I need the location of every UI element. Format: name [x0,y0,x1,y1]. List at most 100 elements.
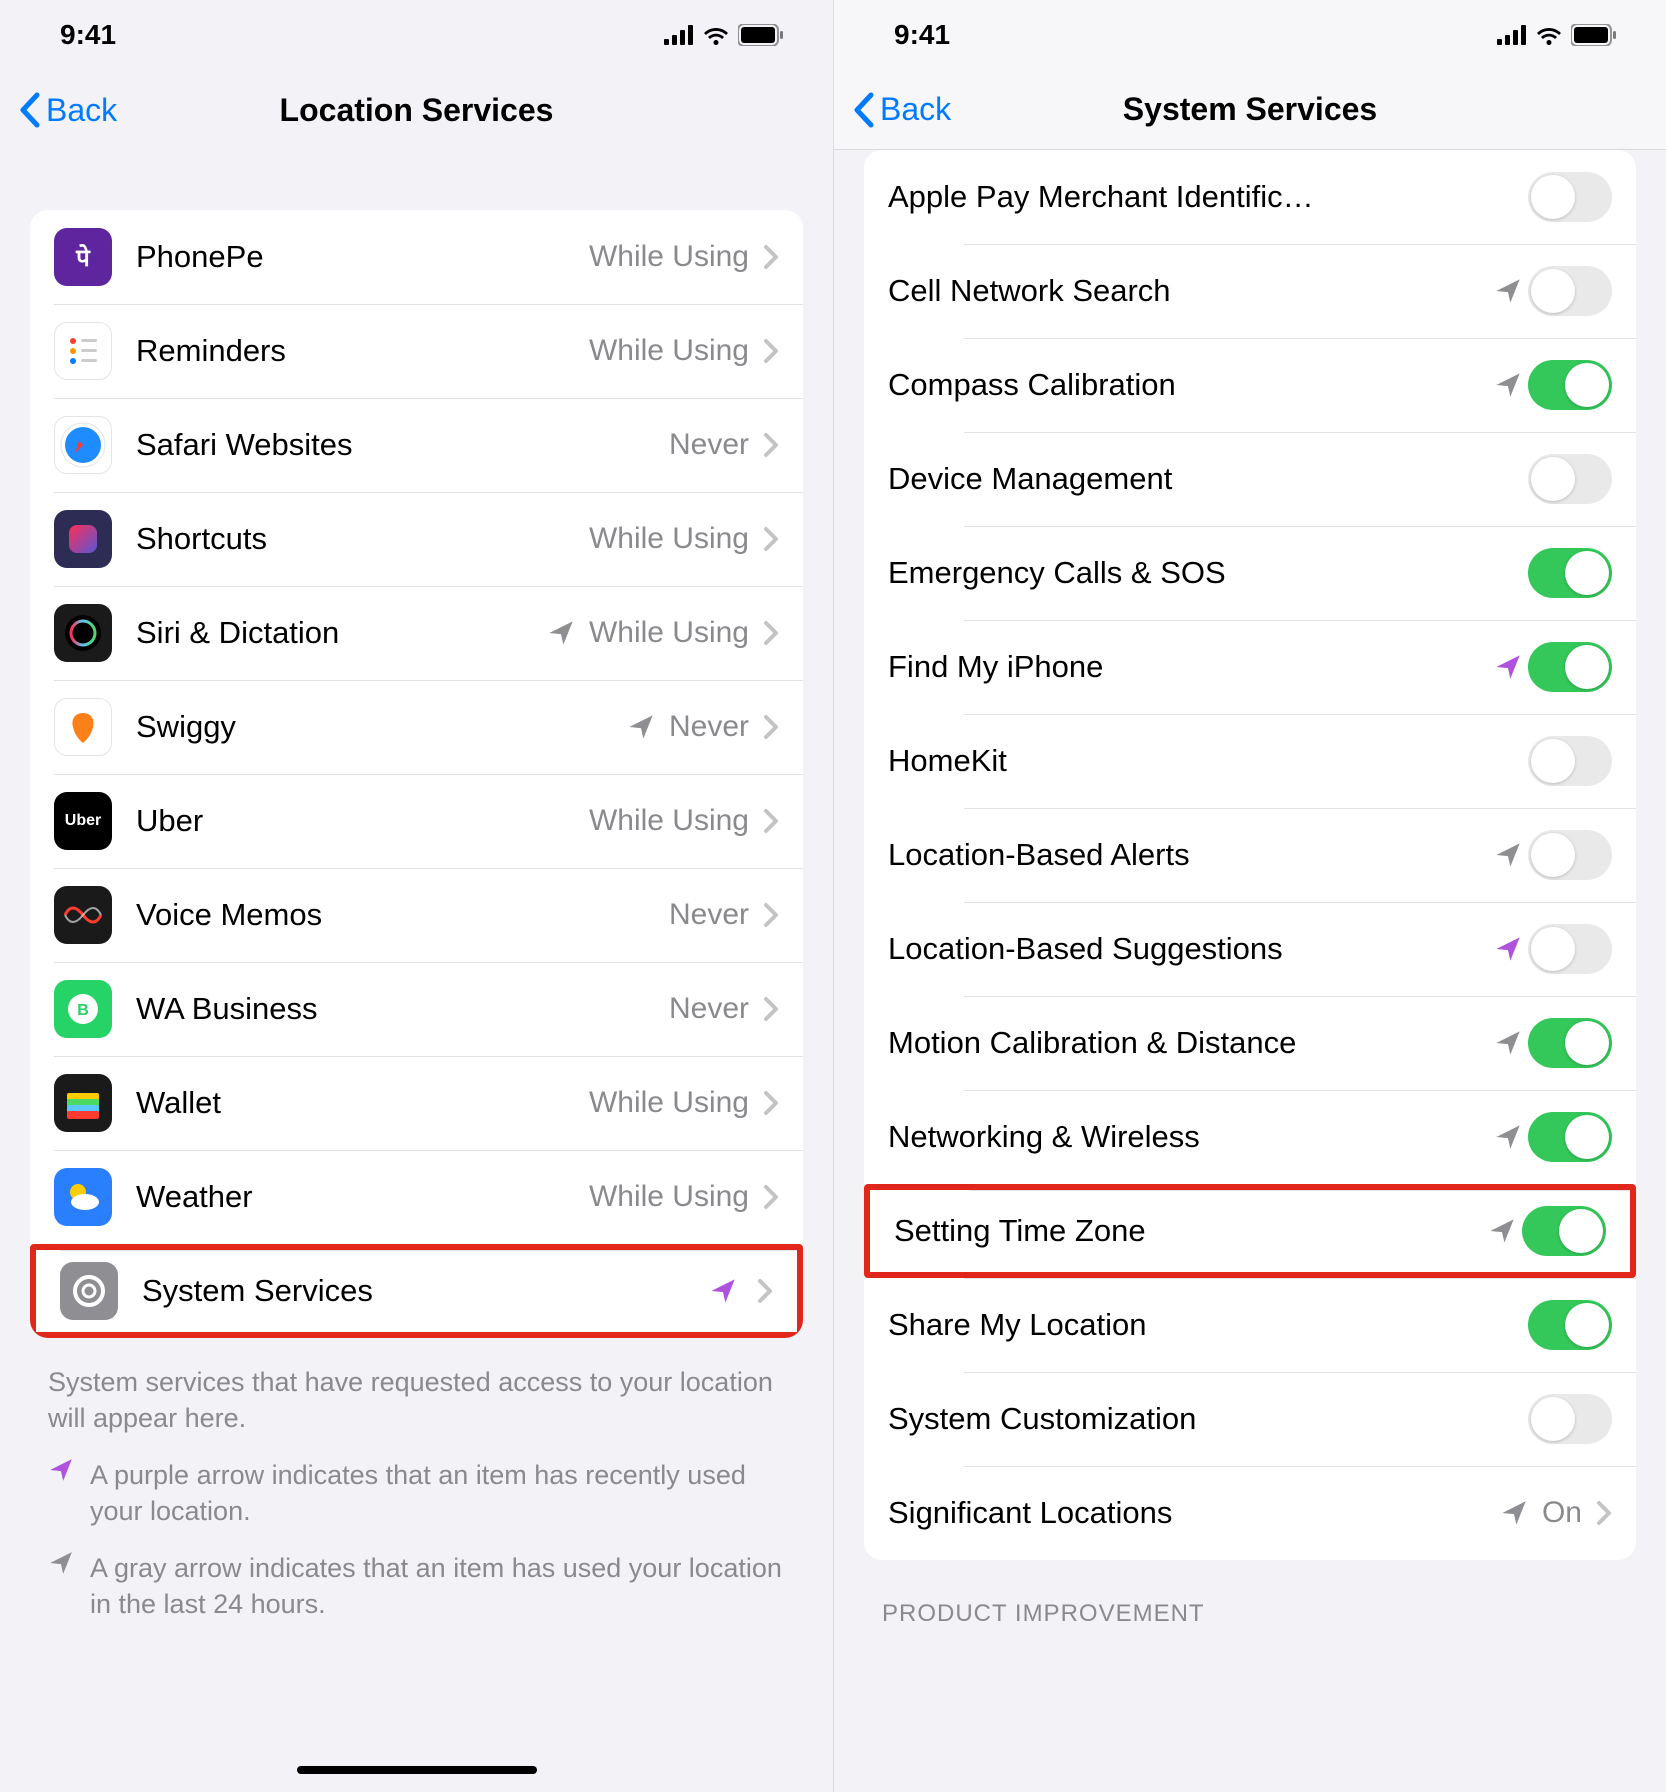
phone-system-services: 9:41 Back System Services Apple Pay Merc… [833,0,1666,1792]
app-row[interactable]: Reminders While Using [30,304,803,398]
section-footer: PRODUCT IMPROVEMENT [834,1560,1666,1628]
chevron-right-icon [1596,1500,1612,1526]
app-list: पे PhonePe While Using Reminders While U… [30,210,803,1338]
location-arrow-icon [1494,1029,1522,1057]
toggle-switch[interactable] [1528,1394,1612,1444]
status-icons [664,24,783,46]
toggle-switch[interactable] [1528,360,1612,410]
app-row[interactable]: B WA Business Never [30,962,803,1056]
toggle-switch[interactable] [1528,736,1612,786]
toggle-switch[interactable] [1522,1206,1606,1256]
location-arrow-icon [1494,277,1522,305]
service-row[interactable]: Location-Based Suggestions [864,902,1636,996]
toggle-switch[interactable] [1528,548,1612,598]
service-row[interactable]: Cell Network Search [864,244,1636,338]
service-row[interactable]: Location-Based Alerts [864,808,1636,902]
location-arrow-icon [627,713,655,741]
toggle-switch[interactable] [1528,924,1612,974]
location-arrow-icon [709,1277,737,1305]
back-button[interactable]: Back [834,91,951,128]
battery-icon [1571,24,1616,46]
service-row[interactable]: Emergency Calls & SOS [864,526,1636,620]
app-row[interactable]: Siri & Dictation While Using [30,586,803,680]
service-row[interactable]: Setting Time Zone [864,1184,1636,1278]
app-row[interactable]: पे PhonePe While Using [30,210,803,304]
app-status: While Using [589,1180,749,1214]
location-arrow-icon [1488,1217,1516,1245]
cellular-icon [664,25,694,45]
app-row[interactable]: Safari Websites Never [30,398,803,492]
location-arrow-icon [48,1550,74,1623]
app-row[interactable]: Shortcuts While Using [30,492,803,586]
nav-bar: Back Location Services [0,70,833,150]
service-name: Emergency Calls & SOS [888,555,1528,591]
legend-gray: A gray arrow indicates that an item has … [0,1540,833,1633]
service-row[interactable]: Significant Locations On [864,1466,1636,1560]
chevron-right-icon [763,432,779,458]
service-row[interactable]: Compass Calibration [864,338,1636,432]
app-row[interactable]: Wallet While Using [30,1056,803,1150]
service-name: Location-Based Suggestions [888,931,1484,967]
app-name: Uber [136,803,581,839]
service-row[interactable]: System Customization [864,1372,1636,1466]
toggle-switch[interactable] [1528,266,1612,316]
app-icon [54,886,112,944]
app-row[interactable]: Uber Uber While Using [30,774,803,868]
chevron-right-icon [763,714,779,740]
app-icon: पे [54,228,112,286]
service-row[interactable]: Motion Calibration & Distance [864,996,1636,1090]
service-name: Apple Pay Merchant Identific… [888,179,1528,215]
toggle-switch[interactable] [1528,172,1612,222]
legend-purple-text: A purple arrow indicates that an item ha… [90,1457,785,1530]
chevron-right-icon [763,1090,779,1116]
app-status: Never [669,710,749,744]
app-name: PhonePe [136,239,581,275]
toggle-switch[interactable] [1528,1018,1612,1068]
app-icon [54,1168,112,1226]
toggle-switch[interactable] [1528,1300,1612,1350]
location-arrow-icon [1494,371,1522,399]
status-bar: 9:41 [834,0,1666,70]
service-row[interactable]: Networking & Wireless [864,1090,1636,1184]
cellular-icon [1497,25,1527,45]
app-icon [54,510,112,568]
service-name: Networking & Wireless [888,1119,1484,1155]
service-row[interactable]: Share My Location [864,1278,1636,1372]
toggle-switch[interactable] [1528,642,1612,692]
app-row[interactable]: Swiggy Never [30,680,803,774]
home-indicator[interactable] [297,1766,537,1774]
phone-location-services: 9:41 Back Location Services पे PhonePe W… [0,0,833,1792]
status-time: 9:41 [894,19,950,51]
toggle-switch[interactable] [1528,1112,1612,1162]
app-icon: Uber [54,792,112,850]
chevron-right-icon [763,1184,779,1210]
app-name: Reminders [136,333,581,369]
service-row[interactable]: Apple Pay Merchant Identific… [864,150,1636,244]
location-arrow-icon [1494,653,1522,681]
app-name: Wallet [136,1085,581,1121]
legend-purple: A purple arrow indicates that an item ha… [0,1447,833,1540]
svg-text:B: B [77,1002,89,1019]
service-name: Cell Network Search [888,273,1484,309]
nav-title: Location Services [0,92,833,129]
app-row[interactable]: Weather While Using [30,1150,803,1244]
service-name: Device Management [888,461,1528,497]
location-arrow-icon [547,619,575,647]
back-button[interactable]: Back [0,92,117,129]
app-icon: B [54,980,112,1038]
service-row[interactable]: Find My iPhone [864,620,1636,714]
app-icon [60,1262,118,1320]
app-name: Shortcuts [136,521,581,557]
app-name: Siri & Dictation [136,615,537,651]
location-arrow-icon [1494,935,1522,963]
service-row[interactable]: Device Management [864,432,1636,526]
app-status: While Using [589,334,749,368]
app-row[interactable]: Voice Memos Never [30,868,803,962]
service-row[interactable]: HomeKit [864,714,1636,808]
location-arrow-icon [1500,1499,1528,1527]
toggle-switch[interactable] [1528,454,1612,504]
app-row[interactable]: System Services [30,1244,803,1338]
app-icon [54,322,112,380]
status-bar: 9:41 [0,0,833,70]
toggle-switch[interactable] [1528,830,1612,880]
